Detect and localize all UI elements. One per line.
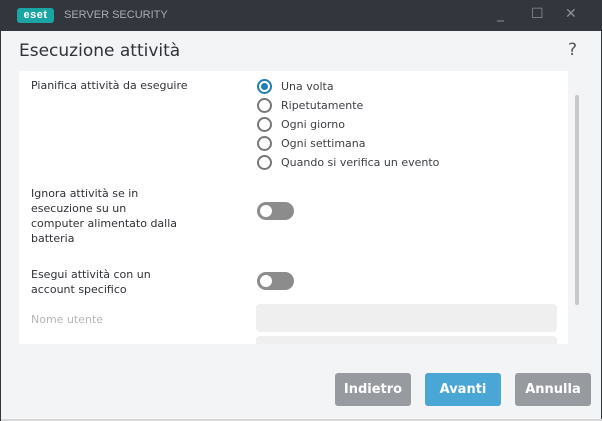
radio-ogni-giorno[interactable]: Ogni giorno: [257, 117, 345, 132]
radio-label: Una volta: [281, 80, 334, 93]
radio-icon: [257, 117, 272, 132]
battery-toggle[interactable]: [257, 202, 294, 220]
account-toggle[interactable]: [257, 272, 294, 290]
radio-label: Ripetutamente: [281, 99, 364, 112]
radio-icon: [257, 155, 272, 170]
radio-icon: [257, 98, 272, 113]
title-bar: eset SERVER SECURITY _ ☐ ✕: [1, 0, 602, 31]
radio-evento[interactable]: Quando si verifica un evento: [257, 155, 439, 170]
password-input[interactable]: [256, 336, 557, 344]
maximize-button[interactable]: ☐: [531, 6, 544, 22]
radio-ripetutamente[interactable]: Ripetutamente: [257, 98, 363, 113]
page-title: Esecuzione attività: [19, 41, 181, 61]
cancel-button[interactable]: Annulla: [515, 373, 591, 406]
scrollbar[interactable]: [575, 95, 579, 305]
next-button[interactable]: Avanti: [425, 373, 501, 406]
close-button[interactable]: ✕: [565, 6, 577, 22]
radio-una-volta[interactable]: Una volta: [257, 79, 334, 94]
back-button[interactable]: Indietro: [335, 373, 411, 406]
radio-checked-icon: [257, 79, 272, 94]
eset-logo: eset: [17, 8, 54, 23]
username-input[interactable]: [256, 304, 557, 332]
username-label: Nome utente: [31, 313, 104, 326]
radio-label: Ogni settimana: [281, 137, 366, 150]
schedule-label: Pianifica attività da eseguire: [31, 79, 188, 92]
radio-label: Quando si verifica un evento: [281, 156, 440, 169]
radio-ogni-settimana[interactable]: Ogni settimana: [257, 136, 366, 151]
battery-label: Ignora attività se in esecuzione su un c…: [31, 187, 178, 245]
radio-icon: [257, 136, 272, 151]
settings-panel: Pianifica attività da eseguire Una volta…: [19, 71, 568, 344]
help-icon[interactable]: ?: [568, 40, 577, 60]
radio-label: Ogni giorno: [281, 118, 345, 131]
account-label: Esegui attività con un account specifico: [31, 268, 151, 296]
minimize-button[interactable]: _: [497, 6, 504, 22]
app-name: SERVER SECURITY: [64, 9, 168, 21]
